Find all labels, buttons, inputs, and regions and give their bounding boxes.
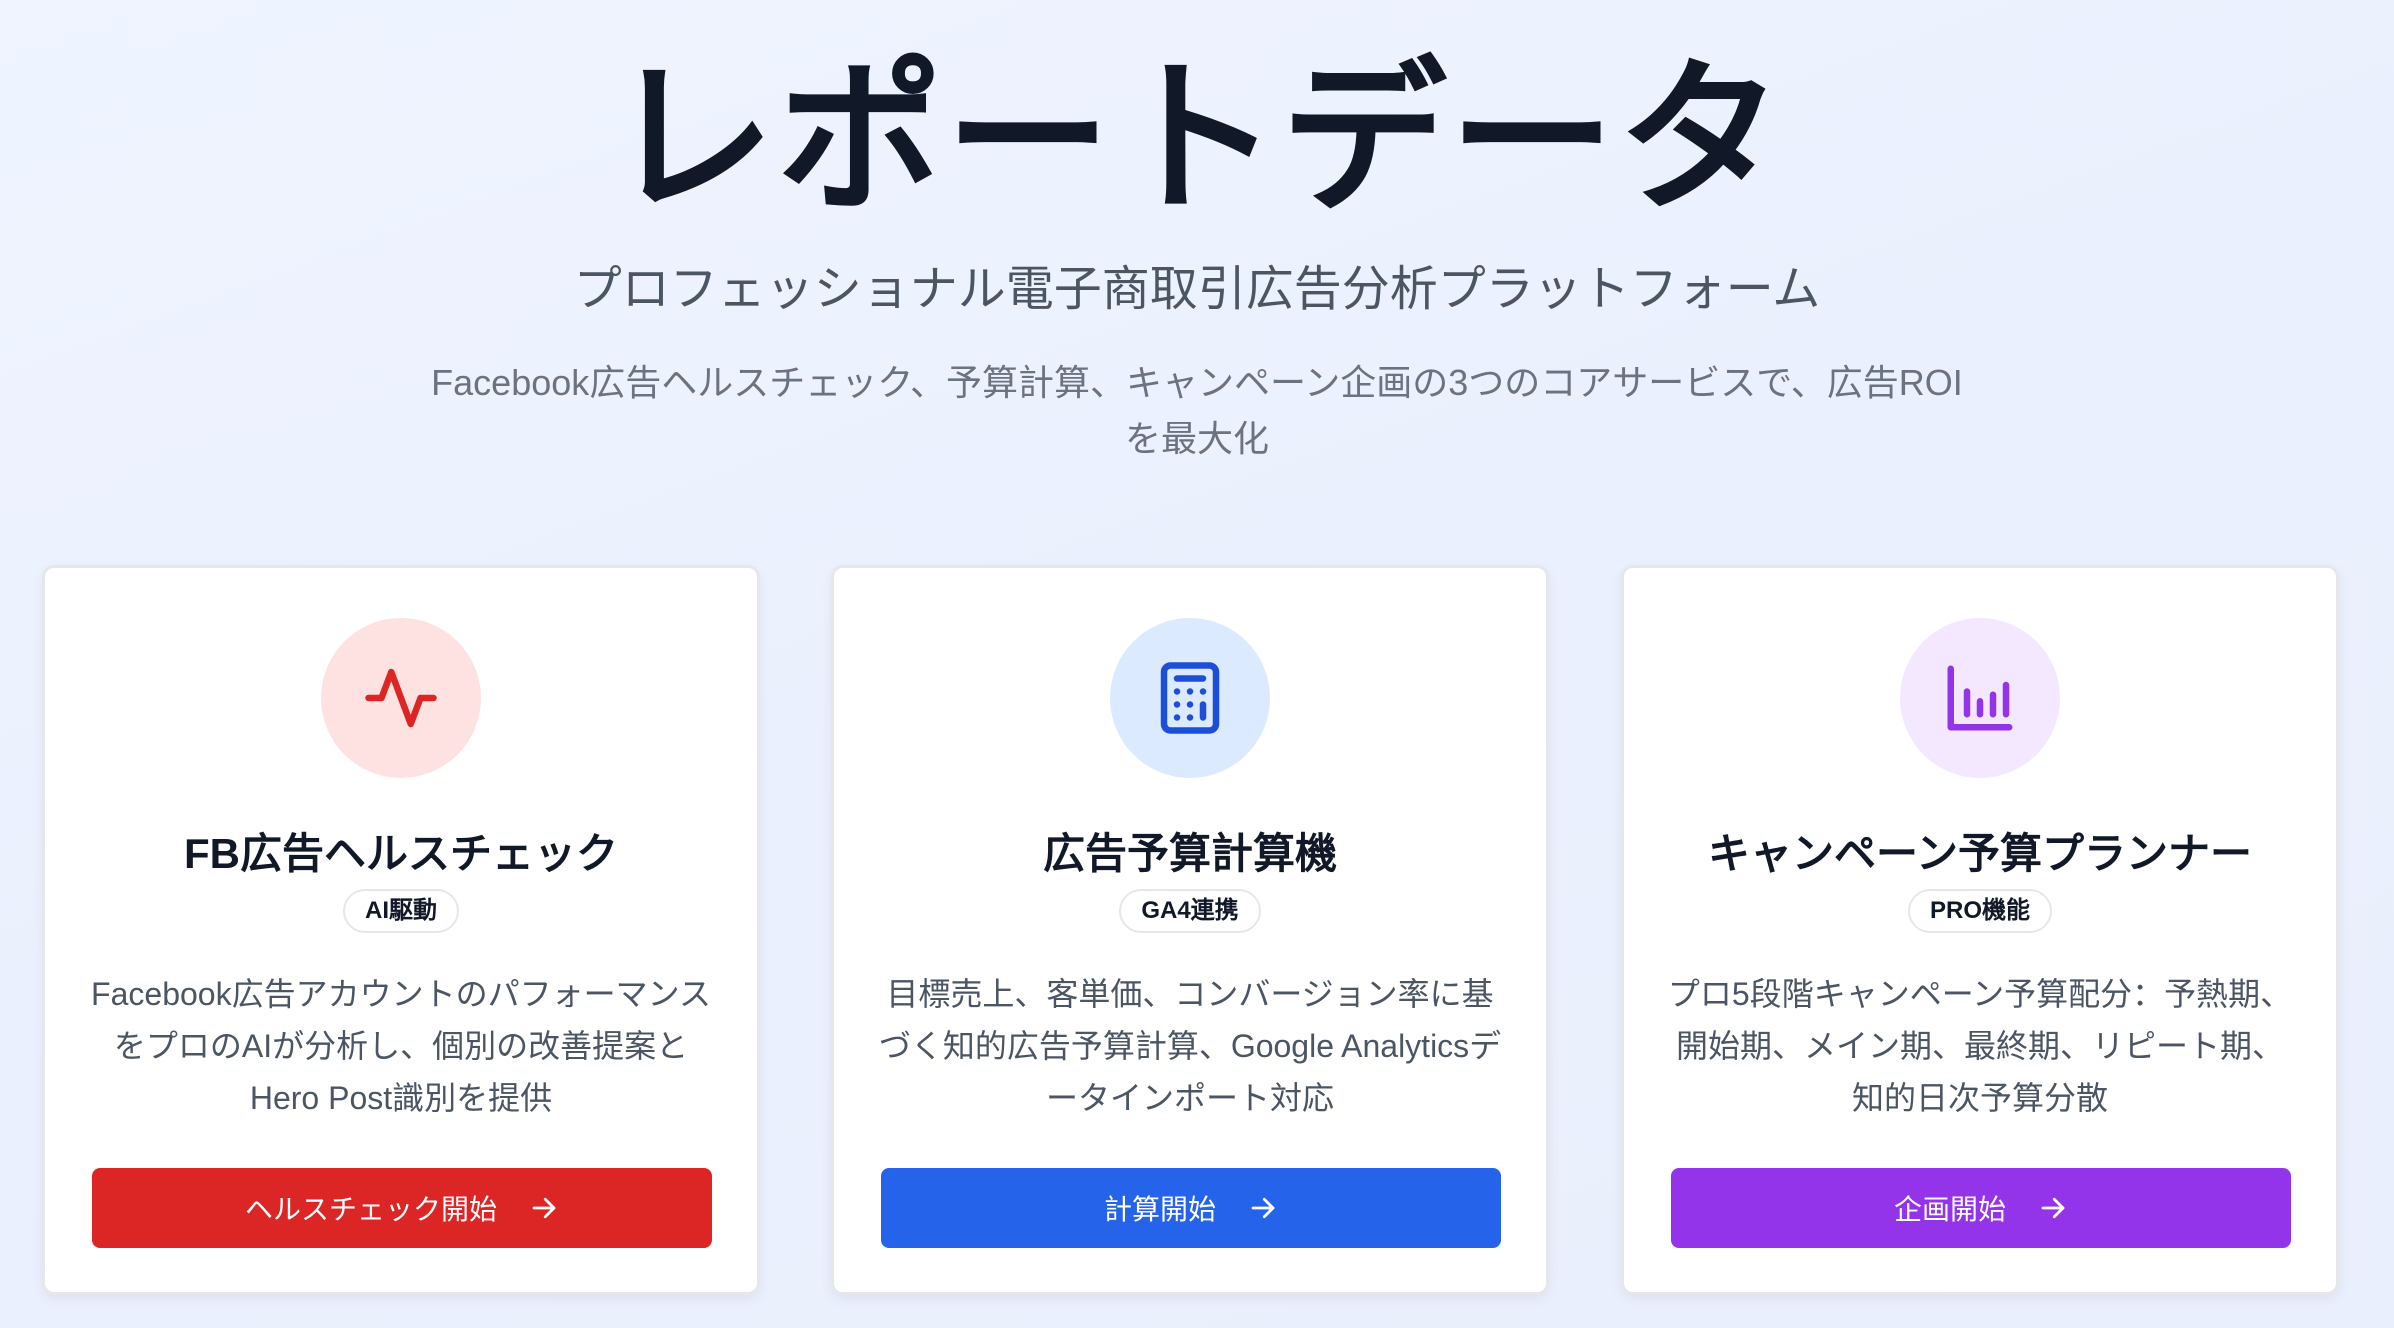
button-label: ヘルスチェック開始 [244, 1194, 497, 1225]
activity-pulse-icon [365, 668, 437, 728]
card-description: Facebook広告アカウントのパフォーマンスをプロのAIが分析し、個別の改善提… [91, 976, 711, 1116]
health-check-icon-circle [321, 618, 481, 778]
campaign-planner-card: キャンペーン予算プランナー PRO機能 プロ5段階キャンペーン予算配分：予熱期、… [1621, 565, 2339, 1295]
budget-calculator-icon-circle [1110, 618, 1270, 778]
card-title: 広告予算計算機 [1042, 830, 1337, 877]
start-health-check-button[interactable]: ヘルスチェック開始 [92, 1168, 712, 1248]
card-description: プロ5段階キャンペーン予算配分：予熱期、開始期、メイン期、最終期、リピート期、知… [1667, 976, 2293, 1116]
service-cards: FB広告ヘルスチェック AI駆動 Facebook広告アカウントのパフォーマンス… [42, 565, 2342, 1299]
arrow-right-icon [2041, 1197, 2065, 1219]
page-title: レポートデータ [609, 47, 1785, 232]
pro-badge: PRO機能 [1907, 889, 2052, 933]
card-description: 目標売上、客単価、コンバージョン率に基づく知的広告予算計算、Google Ana… [878, 976, 1502, 1116]
page-subtitle: プロフェッショナル電子商取引広告分析プラットフォーム [573, 263, 1821, 316]
card-title: キャンペーン予算プランナー [1708, 830, 2252, 877]
budget-calculator-card: 広告予算計算機 GA4連携 目標売上、客単価、コンバージョン率に基づく知的広告予… [831, 565, 1549, 1295]
arrow-right-icon [1251, 1197, 1275, 1219]
start-calculation-button[interactable]: 計算開始 [881, 1168, 1501, 1248]
page-description: Facebook広告ヘルスチェック、予算計算、キャンペーン企画の3つのコアサービ… [431, 362, 1963, 459]
button-label: 企画開始 [1893, 1194, 2006, 1225]
ga4-badge: GA4連携 [1119, 889, 1261, 933]
health-check-card: FB広告ヘルスチェック AI駆動 Facebook広告アカウントのパフォーマンス… [42, 565, 760, 1295]
start-planning-button[interactable]: 企画開始 [1671, 1168, 2291, 1248]
campaign-planner-icon-circle [1900, 618, 2060, 778]
calculator-icon [1160, 662, 1220, 734]
card-title: FB広告ヘルスチェック [184, 830, 618, 877]
bar-chart-icon [1947, 665, 2013, 731]
arrow-right-icon [532, 1197, 556, 1219]
button-label: 計算開始 [1103, 1194, 1216, 1225]
ai-badge: AI駆動 [343, 889, 459, 933]
